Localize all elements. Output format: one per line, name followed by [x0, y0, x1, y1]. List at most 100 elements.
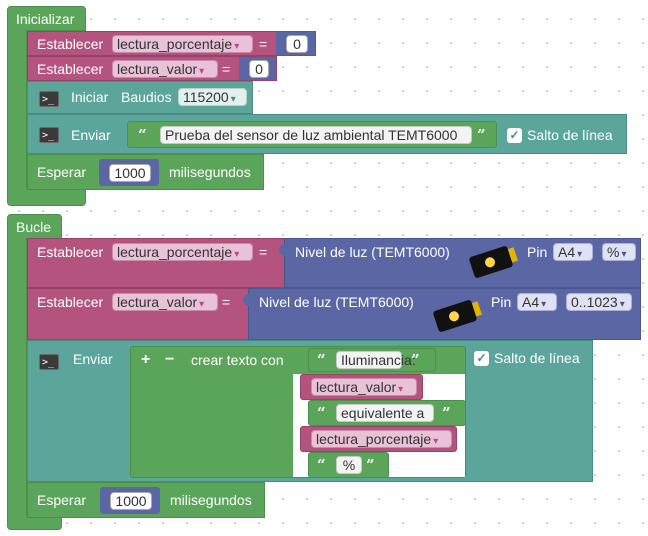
baud-dropdown[interactable]: 115200 ▾ [178, 88, 247, 106]
loop-hat[interactable]: Bucle [7, 214, 62, 239]
var-dropdown[interactable]: lectura_valor ▾ [112, 293, 218, 311]
terminal-icon: >_ [39, 91, 59, 107]
text-item[interactable]: “ Iluminancia: ” [308, 348, 436, 372]
text-item[interactable]: “ % ” [308, 452, 389, 478]
init-foot [7, 188, 86, 206]
number-input[interactable]: 0 [286, 35, 308, 53]
wait-input[interactable]: 1000 [109, 164, 151, 182]
send-label: Enviar [71, 127, 111, 143]
text-field[interactable]: equivalente a [336, 404, 434, 422]
dropdown-arrow-icon: ▾ [199, 299, 205, 310]
equals-label: = [222, 294, 231, 310]
loop-hat-label: Bucle [16, 219, 52, 235]
input-plug [243, 294, 249, 306]
var-name: lectura_porcentaje [117, 244, 233, 260]
quote-open-icon: “ [317, 456, 326, 474]
init-spine [7, 30, 27, 190]
mode-value: 0..1023 [571, 294, 618, 310]
ms-label: milisegundos [170, 492, 252, 508]
number-socket: 0 [239, 57, 276, 80]
dropdown-arrow-icon: ▾ [199, 66, 205, 77]
serial-begin-block[interactable]: >_ Iniciar Baudios 115200 ▾ [27, 81, 253, 114]
wait-label: Esperar [37, 164, 87, 180]
var-dropdown[interactable]: lectura_porcentaje ▾ [112, 35, 253, 53]
mode-value: % [607, 244, 620, 260]
wait-input[interactable]: 1000 [110, 492, 152, 510]
quote-close-icon: ” [411, 351, 420, 369]
sensor-label: Nivel de luz (TEMT6000) [295, 244, 450, 260]
text-field[interactable]: Prueba del sensor de luz ambiental TEMT6… [160, 126, 472, 144]
var-dropdown[interactable]: lectura_porcentaje ▾ [311, 430, 452, 448]
minus-icon[interactable]: − [165, 351, 174, 369]
mode-dropdown[interactable]: % ▾ [602, 243, 636, 261]
quote-close-icon: ” [477, 126, 486, 144]
var-name: lectura_valor [316, 379, 397, 395]
set-label: Establecer [37, 61, 104, 77]
newline-checkbox[interactable]: ✓ [474, 351, 489, 366]
plus-icon[interactable]: + [141, 351, 150, 369]
var-dropdown[interactable]: lectura_valor ▾ [311, 378, 417, 396]
newline-label: Salto de línea [494, 350, 580, 366]
number-socket: 1000 [99, 159, 159, 186]
quote-open-icon: “ [138, 126, 147, 144]
var-dropdown[interactable]: lectura_porcentaje ▾ [112, 243, 253, 261]
dropdown-arrow-icon: ▾ [433, 436, 439, 447]
loop-foot [7, 516, 62, 530]
set-percent-block[interactable]: Establecer lectura_porcentaje ▾ = [27, 238, 285, 288]
text-field[interactable]: % [336, 456, 362, 474]
mode-dropdown[interactable]: 0..1023 ▾ [566, 293, 632, 311]
pin-label: Pin [527, 244, 548, 260]
dropdown-arrow-icon: ▾ [230, 94, 236, 105]
var-name: lectura_valor [117, 294, 198, 310]
light-sensor-block[interactable]: Nivel de luz (TEMT6000) Pin A4 ▾ % ▾ [279, 238, 641, 288]
baud-label: Baudios [121, 89, 172, 105]
init-hat-label: Inicializar [16, 11, 75, 27]
temt6000-sensor-icon [432, 299, 482, 333]
quote-open-icon: “ [317, 404, 326, 422]
set-percent-block[interactable]: Establecer lectura_porcentaje ▾ = 0 [27, 31, 316, 56]
pin-dropdown[interactable]: A4 ▾ [517, 293, 557, 311]
serial-print-block[interactable]: >_ Enviar “ Prueba del sensor de luz amb… [27, 114, 627, 154]
dropdown-arrow-icon: ▾ [234, 41, 240, 52]
sensor-label: Nivel de luz (TEMT6000) [259, 294, 414, 310]
temt6000-sensor-icon [468, 245, 518, 279]
terminal-icon: >_ [39, 127, 59, 143]
init-hat[interactable]: Inicializar [7, 6, 86, 31]
wait-label: Esperar [37, 492, 87, 508]
serial-print-block[interactable]: >_ Enviar + − crear texto con “ Iluminan… [27, 340, 593, 482]
wait-block[interactable]: Esperar 1000 milisegundos [27, 154, 264, 190]
newline-checkbox[interactable]: ✓ [507, 128, 522, 143]
wait-block[interactable]: Esperar 1000 milisegundos [27, 482, 265, 518]
set-label: Establecer [37, 36, 104, 52]
dropdown-arrow-icon: ▾ [621, 249, 627, 260]
set-label: Establecer [37, 244, 104, 260]
var-name: lectura_porcentaje [316, 431, 432, 447]
number-input[interactable]: 0 [249, 60, 269, 78]
var-getter[interactable]: lectura_porcentaje ▾ [300, 426, 457, 452]
text-item[interactable]: “ equivalente a ” [308, 400, 466, 426]
dropdown-arrow-icon: ▾ [234, 249, 240, 260]
input-plug [279, 244, 285, 256]
equals-label: = [259, 36, 268, 52]
loop-spine [7, 238, 27, 518]
text-field[interactable]: Iluminancia: [336, 351, 416, 369]
equals-label: = [222, 61, 231, 77]
create-text-label: crear texto con [191, 352, 284, 368]
set-label: Establecer [37, 294, 104, 310]
text-block[interactable]: “ Prueba del sensor de luz ambiental TEM… [127, 121, 497, 148]
var-dropdown[interactable]: lectura_valor ▾ [112, 60, 218, 78]
quote-close-icon: ” [442, 404, 451, 422]
number-socket: 0 [276, 32, 315, 55]
ms-label: milisegundos [169, 164, 251, 180]
number-socket: 1000 [100, 487, 160, 514]
set-value-block[interactable]: Establecer lectura_valor ▾ = 0 [27, 56, 277, 81]
light-sensor-block[interactable]: Nivel de luz (TEMT6000) Pin A4 ▾ 0..1023 ▾ [243, 288, 641, 340]
pin-value: A4 [558, 244, 576, 260]
dropdown-arrow-icon: ▾ [541, 299, 547, 310]
create-text-block[interactable]: + − crear texto con “ Iluminancia: ” lec… [130, 346, 466, 478]
var-name: lectura_valor [117, 61, 198, 77]
var-getter[interactable]: lectura_valor ▾ [300, 374, 423, 400]
pin-dropdown[interactable]: A4 ▾ [553, 243, 593, 261]
set-value-block[interactable]: Establecer lectura_valor ▾ = [27, 288, 249, 340]
pin-label: Pin [491, 294, 512, 310]
